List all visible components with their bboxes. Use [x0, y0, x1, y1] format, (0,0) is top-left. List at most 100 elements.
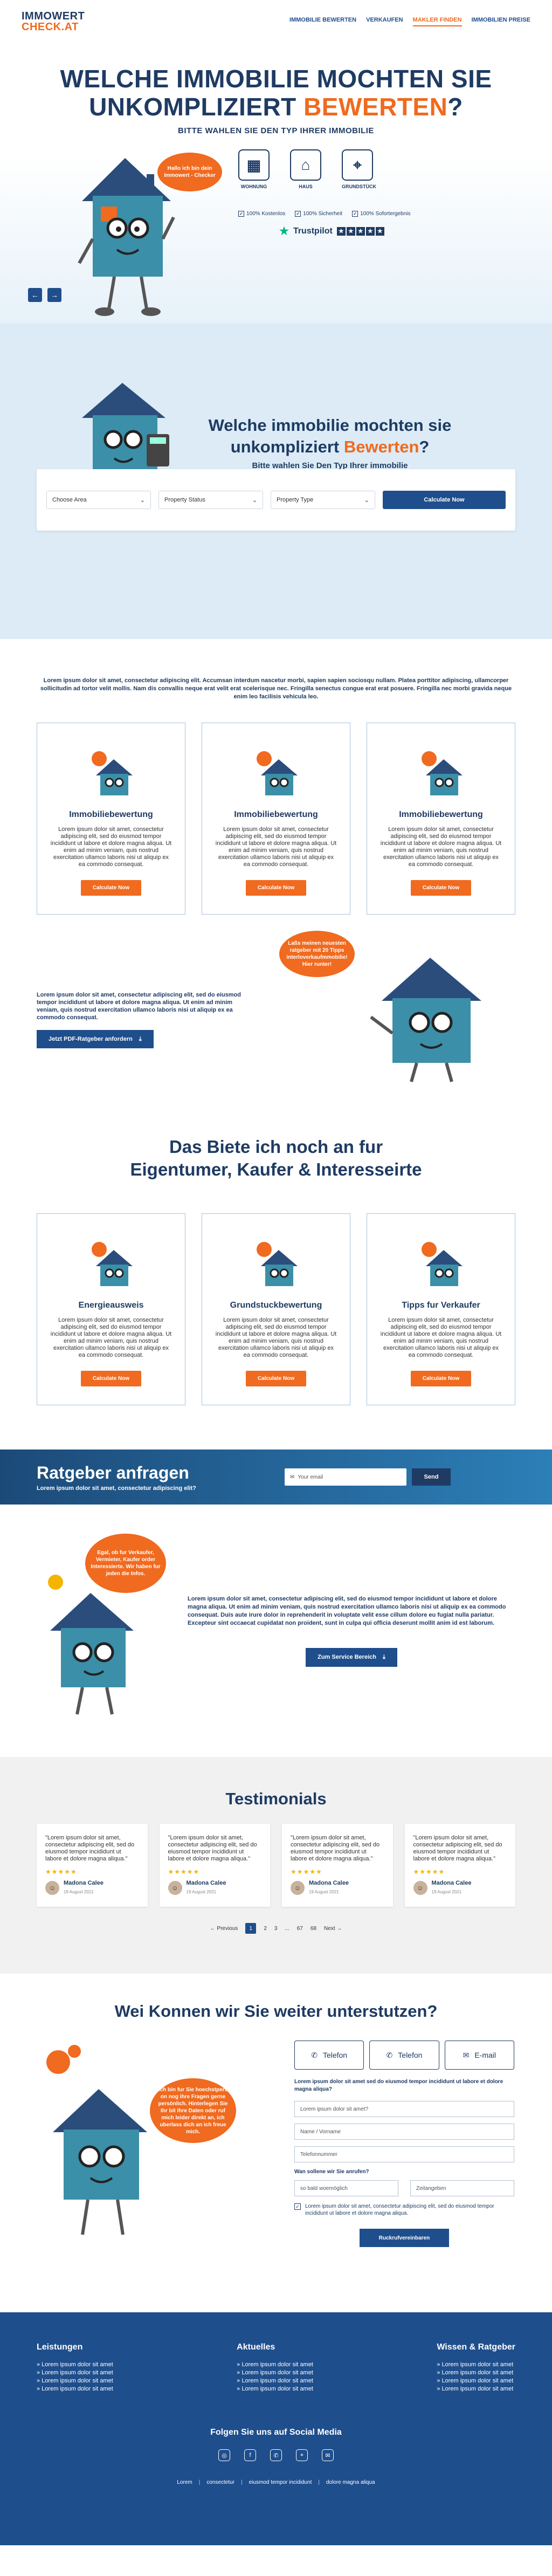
phone-icon[interactable]: ✆ [270, 2449, 282, 2461]
footer-link[interactable]: » Lorem ipsum dolor sit amet [237, 2385, 313, 2393]
time-field[interactable]: Zeitangeben [410, 2180, 514, 2196]
footer-link[interactable]: » Lorem ipsum dolor sit amet [37, 2369, 113, 2377]
phone-button[interactable]: ✆ Telefon [294, 2041, 364, 2070]
type-select[interactable]: Property Type ⌄ [271, 491, 375, 509]
footer-link[interactable]: » Lorem ipsum dolor sit amet [37, 2377, 113, 2385]
type-haus[interactable]: ⌂ HAUS [290, 149, 321, 189]
service-card: Grundstuckbewertung Lorem ipsum dolor si… [202, 1213, 350, 1405]
service-card: Immobiliebewertung Lorem ipsum dolor sit… [367, 723, 515, 915]
calculate-now-button[interactable]: Calculate Now [80, 880, 142, 896]
status-select[interactable]: Property Status ⌄ [158, 491, 263, 509]
arrow-right-icon[interactable]: → [47, 288, 61, 302]
status-select-value: Property Status [164, 497, 205, 503]
footer-link[interactable]: » Lorem ipsum dolor sit amet [237, 2377, 313, 2385]
email-input[interactable]: ✉ Your email [285, 1468, 406, 1486]
page-link[interactable]: 3 [274, 1926, 278, 1932]
date-select-value: so bald woemöglich [300, 2185, 348, 2192]
page-link[interactable]: 2 [264, 1926, 267, 1932]
pdf-request-button[interactable]: Jetzt PDF-Ratgeber anfordern ⤓ [37, 1030, 154, 1048]
bulb-house-icon [257, 1242, 298, 1286]
nav-item-verkaufen[interactable]: VERKAUFEN [366, 17, 403, 26]
newsletter-banner: Ratgeber anfragen Lorem ipsum dolor sit … [0, 1450, 552, 1505]
intro-text: Lorem ipsum dolor sit amet, consectetur … [40, 677, 512, 700]
calculate-now-button[interactable]: Calculate Now [383, 491, 506, 509]
thinking-mascot-image [48, 1575, 134, 1715]
send-button[interactable]: Send [412, 1468, 451, 1486]
footer-link[interactable]: » Lorem ipsum dolor sit amet [237, 2361, 313, 2369]
contact-mascot-group: Ich bin fur Sie hoechstpers on nog ihre … [37, 2041, 274, 2267]
phone-button-2[interactable]: ✆ Telefon [369, 2041, 439, 2070]
page-ellipsis: ... [285, 1925, 289, 1932]
pagination-next[interactable]: Next → [324, 1926, 342, 1932]
benefit-item: ✓ 100% Sofortergebnis [352, 211, 411, 217]
logo-line2: CHECK.AT [22, 21, 79, 33]
phone-field[interactable]: Telefonnummer [294, 2146, 514, 2162]
hero-title-line1: WELCHE IMMOBILIE MOCHTEN SIE [60, 65, 492, 93]
service-area-button[interactable]: Zum Service Bereich ⤓ [306, 1647, 397, 1667]
email-button[interactable]: ✉ E-mail [444, 2041, 514, 2070]
page-link[interactable]: 67 [297, 1926, 303, 1932]
footer-link[interactable]: » Lorem ipsum dolor sit amet [437, 2369, 515, 2377]
checkbox-icon: ✓ [294, 2203, 301, 2210]
check-icon: ✓ [238, 211, 244, 217]
footer-bottom-link[interactable]: consectetur [206, 2479, 234, 2485]
footer-bottom-link[interactable]: Lorem [177, 2479, 192, 2485]
callback-submit-button[interactable]: Ruckrufvereinbaren [360, 2229, 449, 2247]
date-select[interactable]: so bald woemöglich [294, 2180, 398, 2196]
type-grundstueck[interactable]: ⌖ GRUNDSTÜCK [342, 149, 376, 189]
location-icon[interactable]: ⌖ [296, 2449, 308, 2461]
footer-link[interactable]: » Lorem ipsum dolor sit amet [437, 2385, 515, 2393]
page-link[interactable]: 1 [245, 1923, 257, 1934]
avatar: ☺ [291, 1881, 305, 1895]
pagination-previous[interactable]: ← Previous [210, 1926, 238, 1932]
logo[interactable]: IMMOWERT CHECK.AT [22, 11, 85, 32]
service-cards-2: Energieausweis Lorem ipsum dolor sit ame… [37, 1213, 515, 1405]
rating-stars: ★★★★★ [291, 1868, 322, 1876]
footer-col-title: Aktuelles [237, 2343, 275, 2352]
consent-text: Lorem ipsum dolor sit amet, consectetur … [305, 2203, 494, 2216]
footer-link[interactable]: » Lorem ipsum dolor sit amet [37, 2361, 113, 2369]
footer-link[interactable]: » Lorem ipsum dolor sit amet [237, 2369, 313, 2377]
footer-bottom-link[interactable]: eiusmod tempor incididunt [249, 2479, 312, 2485]
name-field[interactable]: Name / Vorname [294, 2124, 514, 2140]
arrow-left-icon[interactable]: ← [28, 288, 42, 302]
consent-checkbox[interactable]: ✓ Lorem ipsum dolor sit amet, consectetur… [294, 2203, 514, 2217]
nav-item-makler[interactable]: MAKLER FINDEN [412, 17, 462, 26]
mail-icon[interactable]: ✉ [322, 2449, 334, 2461]
service-card-text: Lorem ipsum dolor sit amet, consectetur … [215, 1317, 337, 1358]
name-placeholder: Name / Vorname [300, 2128, 341, 2135]
social-links: ◎ f ✆ ⌖ ✉ [0, 2449, 552, 2461]
footer-link[interactable]: » Lorem ipsum dolor sit amet [37, 2385, 113, 2393]
trustpilot-rating[interactable]: ★ Trustpilot ★ ★ ★ ★ ★ [279, 224, 411, 238]
nav-item-preise[interactable]: IMMOBILIEN PREISE [472, 17, 530, 26]
footer-bottom-link[interactable]: dolore magna aliqua [326, 2479, 375, 2485]
footer-link[interactable]: » Lorem ipsum dolor sit amet [437, 2361, 515, 2369]
calculate-now-button[interactable]: Calculate Now [410, 1371, 472, 1386]
footer-col-aktuelles: Aktuelles » Lorem ipsum dolor sit amet »… [237, 2343, 313, 2393]
title-word: unkompliziert [230, 437, 340, 456]
calculate-now-button[interactable]: Calculate Now [410, 880, 472, 896]
benefit-checks: ✓ 100% Kostenlos ✓ 100% Sicherheit ✓ 100% S… [238, 211, 411, 217]
testimonial-name: Madona Calee [64, 1880, 104, 1886]
nav-item-bewerten[interactable]: IMMOBILIE BEWERTEN [289, 17, 356, 26]
mail-icon: ✉ [290, 1474, 295, 1480]
testimonial-card: "Lorem ipsum dolor sit amet, consectetur… [404, 1824, 515, 1907]
type-wohnung[interactable]: ▦ WOHNUNG [238, 149, 270, 189]
question-field[interactable]: Lorem ipsum dolor sit amet? [294, 2101, 514, 2117]
page-link[interactable]: 68 [310, 1926, 316, 1932]
service-card-text: Lorem ipsum dolor sit amet, consectetur … [215, 826, 337, 868]
search-section-title: Welche immobilie mochten sie unkomplizie… [179, 415, 481, 458]
title-line1: Welche immobilie mochten sie [208, 415, 452, 435]
instagram-icon[interactable]: ◎ [218, 2449, 230, 2461]
email-placeholder: Your email [298, 1474, 323, 1480]
footer-link[interactable]: » Lorem ipsum dolor sit amet [437, 2377, 515, 2385]
testimonial-card: "Lorem ipsum dolor sit amet, consectetur… [159, 1824, 270, 1907]
calculate-now-button[interactable]: Calculate Now [80, 1371, 142, 1386]
type-select-value: Property Type [277, 497, 314, 503]
contact-speech-bubble: Ich bin fur Sie hoechstpers on nog ihre … [150, 2078, 236, 2143]
facebook-icon[interactable]: f [244, 2449, 256, 2461]
calculate-now-button[interactable]: Calculate Now [245, 880, 307, 896]
bulb-house-icon [92, 751, 133, 795]
area-select[interactable]: Choose Area ⌄ [46, 491, 151, 509]
calculate-now-button[interactable]: Calculate Now [245, 1371, 307, 1386]
